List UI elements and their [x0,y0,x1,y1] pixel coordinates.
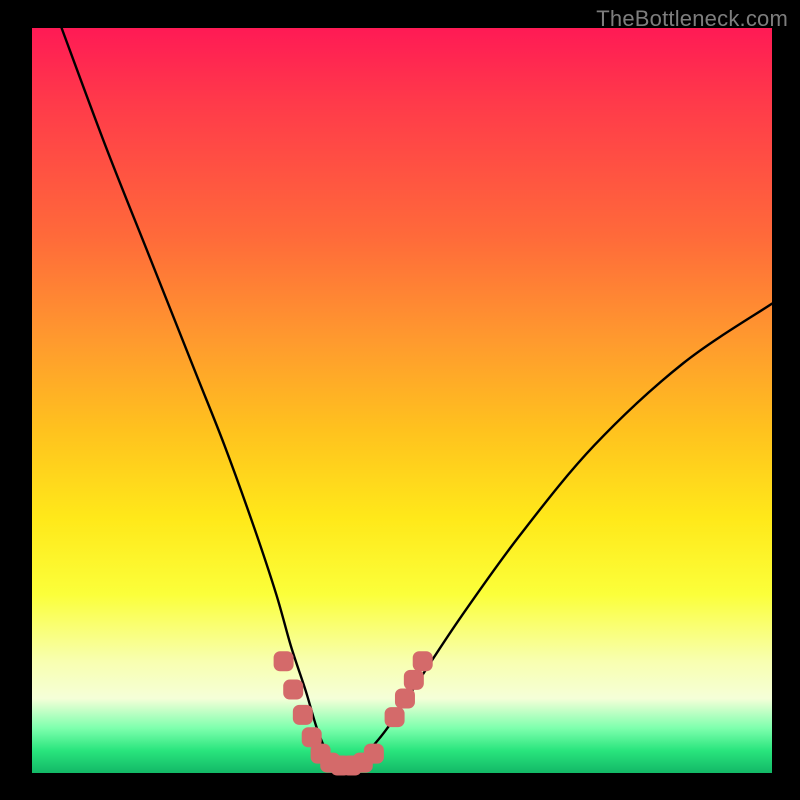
chart-stage: TheBottleneck.com [0,0,800,800]
plot-area [32,28,772,773]
watermark-text: TheBottleneck.com [596,6,788,32]
